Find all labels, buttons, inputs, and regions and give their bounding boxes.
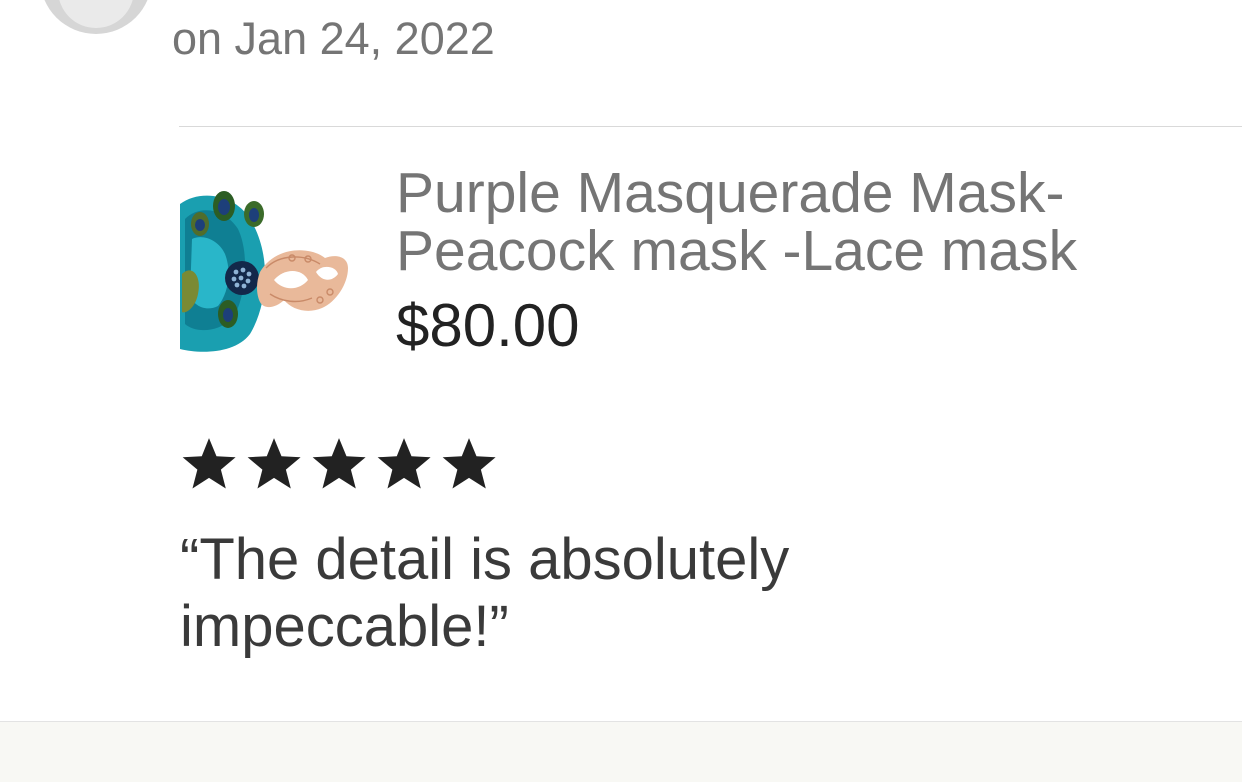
peacock-feathers-image [180,191,266,352]
reviewer-avatar[interactable] [40,0,152,34]
star-icon [312,438,366,489]
star-rating [178,434,500,496]
item-price: $80.00 [396,292,580,359]
star-icon [442,438,496,489]
item-title-link[interactable]: Purple Masquerade Mask- Peacock mask -La… [396,164,1216,280]
star-icon [247,438,301,489]
divider [179,126,1242,127]
footer-section [0,721,1242,782]
review-date: on Jan 24, 2022 [172,13,495,64]
star-icon [377,438,431,489]
review-text: “The detail is absolutely impeccable!” [180,527,790,659]
star-icon [182,438,236,489]
review-card: on Jan 24, 2022 Purple Masquerade Mask- … [0,0,1242,782]
item-thumbnail[interactable] [180,184,350,354]
